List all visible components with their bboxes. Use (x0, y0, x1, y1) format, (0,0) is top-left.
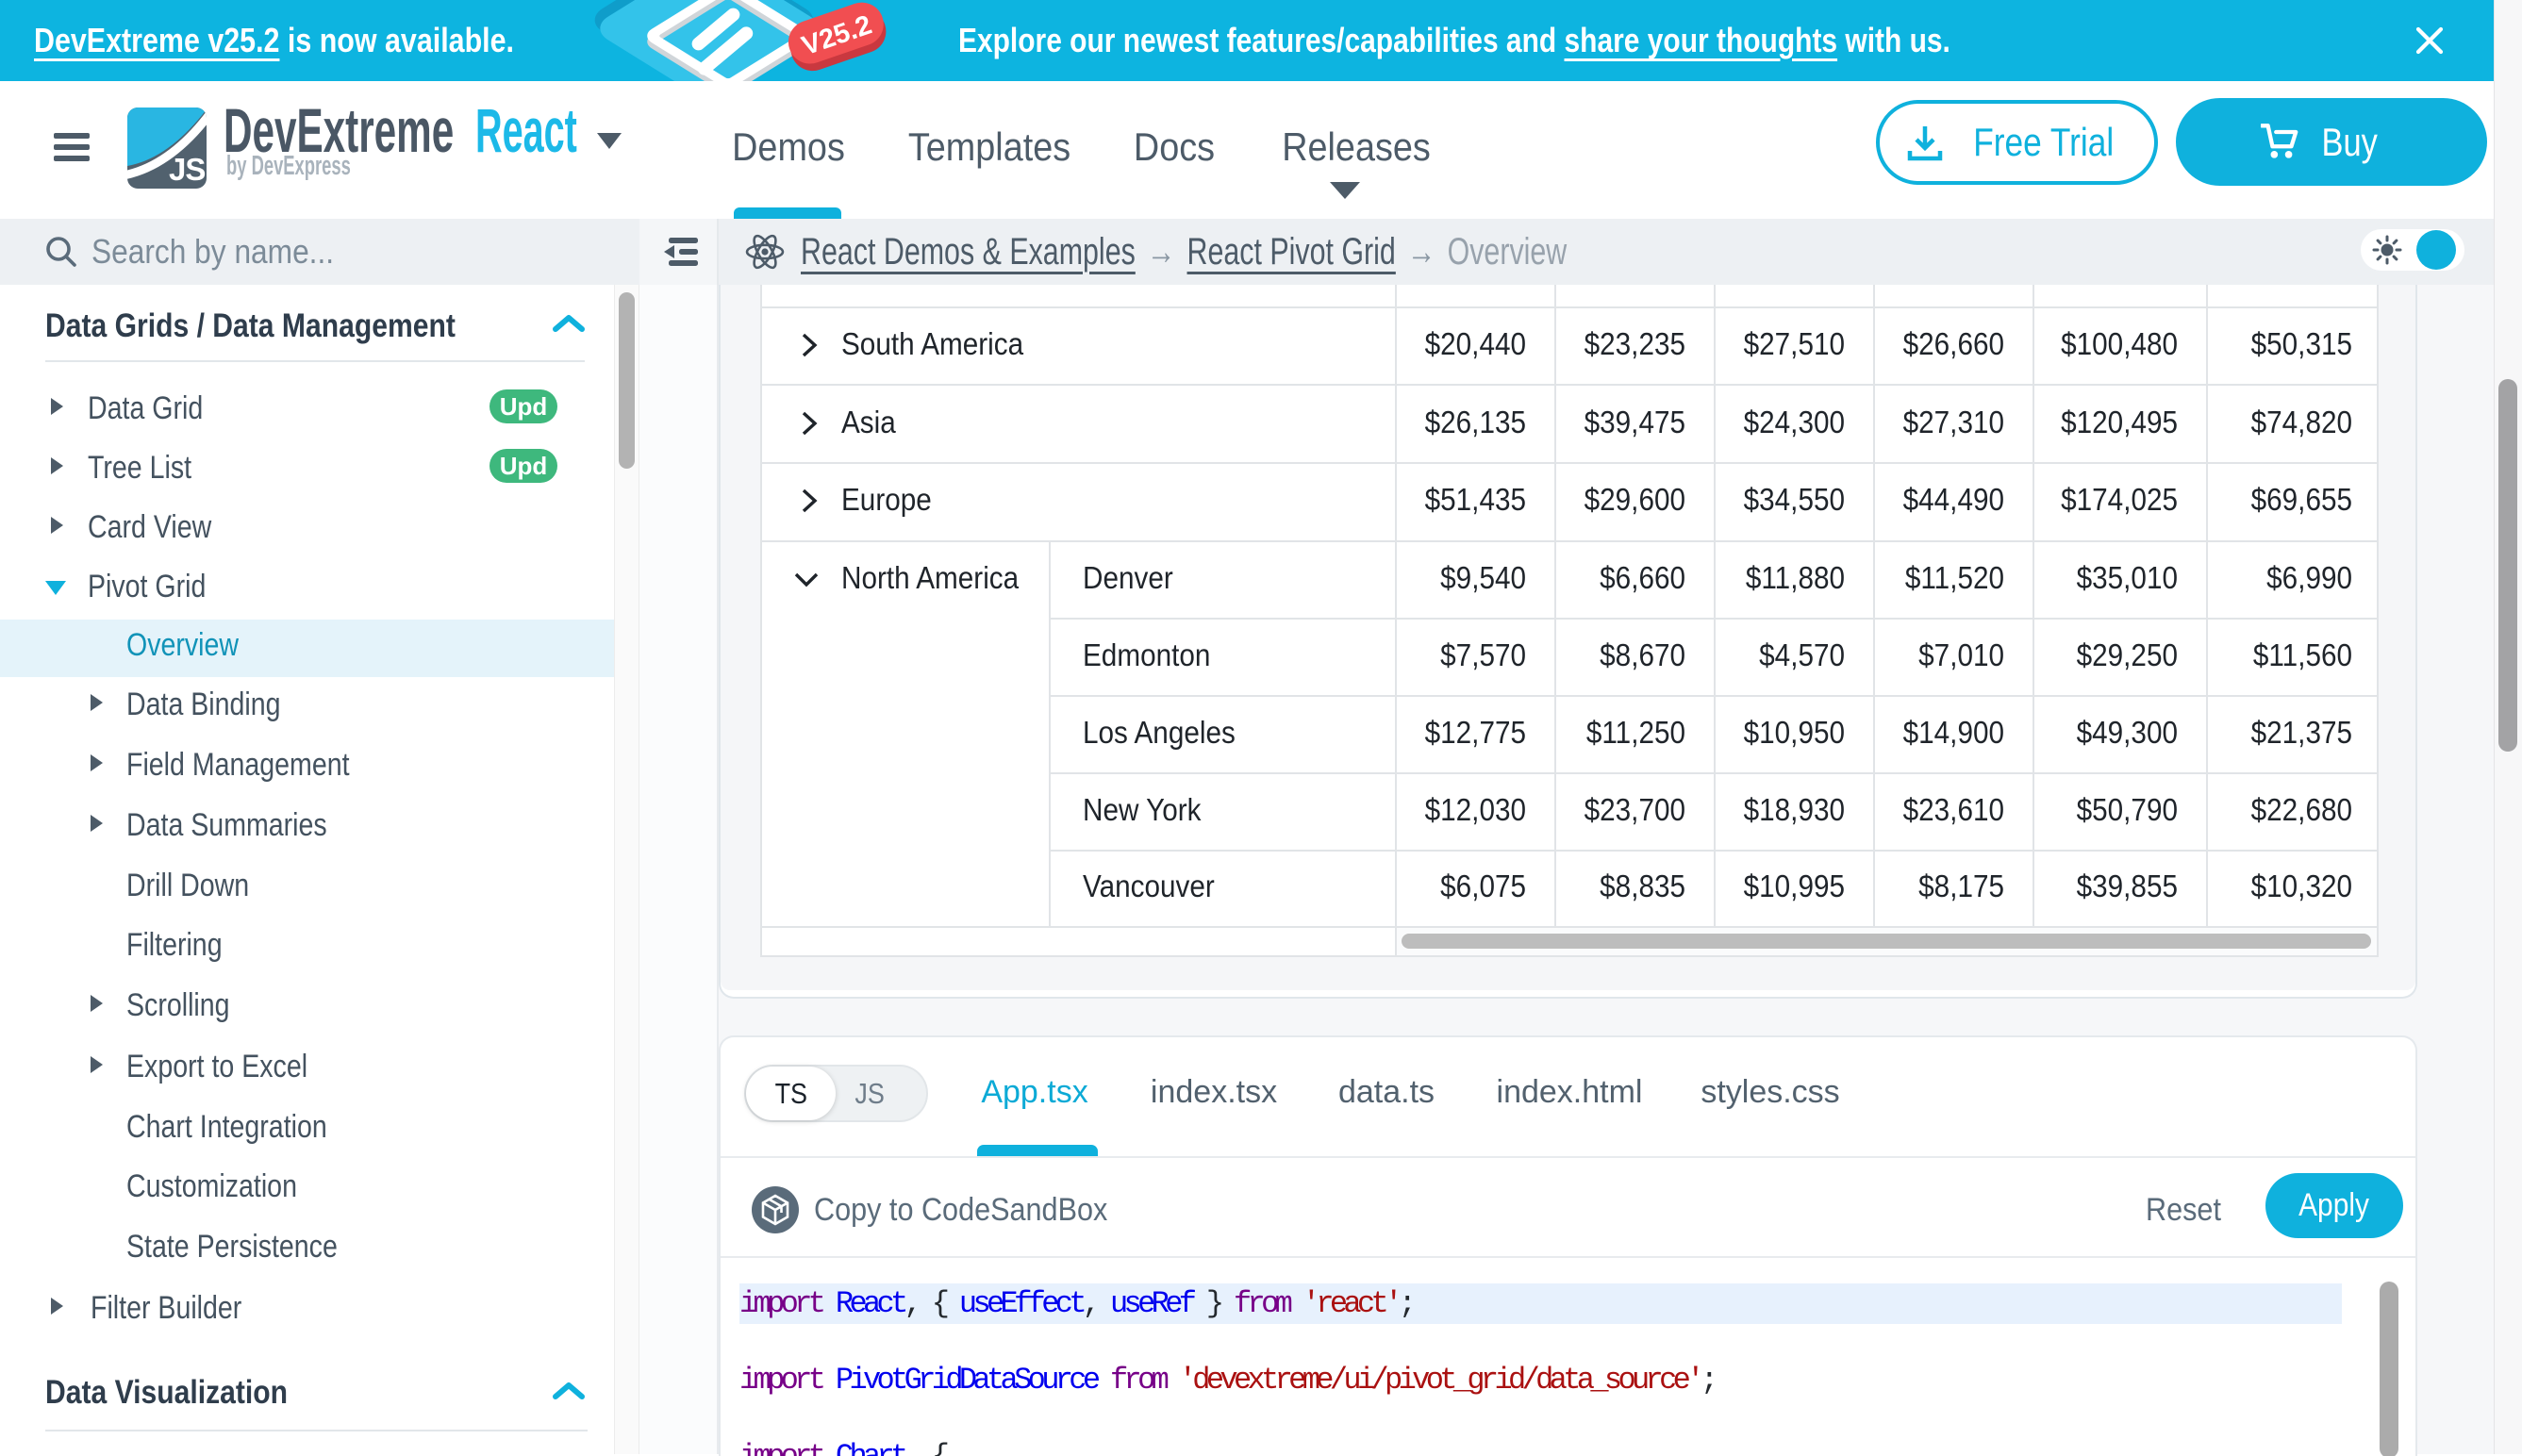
svg-text:JS: JS (169, 152, 205, 187)
